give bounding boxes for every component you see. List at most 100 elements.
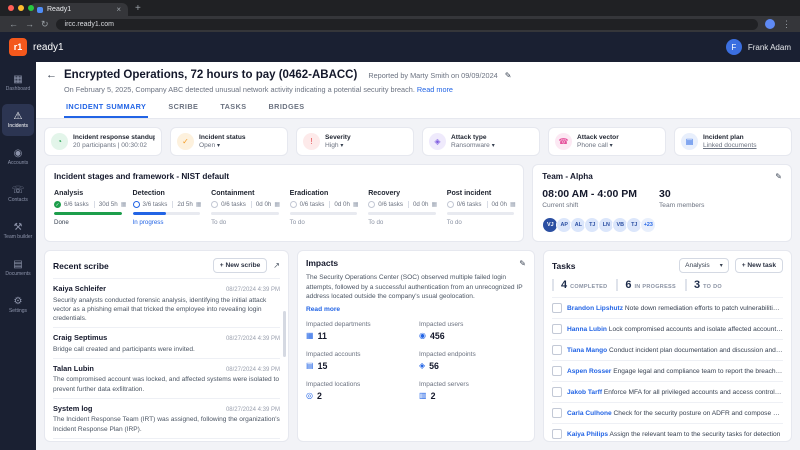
task-description: Enforce MFA for all privileged accounts … bbox=[603, 388, 783, 396]
incident-status-dropdown[interactable]: Open ▾ bbox=[199, 142, 246, 149]
url-bar[interactable]: ircc.ready1.com bbox=[55, 18, 758, 30]
scribe-time: 08/27/2024 4:39 PM bbox=[225, 287, 280, 293]
stage-name: Post incident bbox=[446, 189, 492, 197]
task-assignee-link[interactable]: Brandon Lipshutz bbox=[567, 305, 623, 312]
stage-calendar-icon[interactable]: ▦ bbox=[431, 201, 437, 208]
new-task-button[interactable]: + New task bbox=[734, 258, 783, 273]
task-checkbox[interactable] bbox=[552, 303, 562, 313]
stages-title: Incident stages and framework - NIST def… bbox=[54, 172, 230, 181]
task-assignee-link[interactable]: Hanna Lubin bbox=[567, 326, 607, 333]
stat-count: 4 bbox=[561, 279, 568, 291]
reload-icon[interactable]: ↻ bbox=[41, 19, 49, 29]
stage-done-icon: ✓ bbox=[54, 201, 61, 208]
favicon bbox=[37, 6, 43, 13]
tasks-filter-select[interactable]: Analysis ▾ bbox=[679, 258, 729, 273]
sidebar-item-dashboard[interactable]: ▦ Dashboard bbox=[2, 67, 34, 99]
severity-dropdown[interactable]: High ▾ bbox=[325, 142, 351, 149]
back-icon[interactable]: ← bbox=[9, 19, 18, 29]
sidebar-item-documents[interactable]: ▤ Documents bbox=[2, 252, 34, 284]
sidebar-item-settings[interactable]: ⚙ Settings bbox=[2, 289, 34, 321]
stage-calendar-icon[interactable]: ▦ bbox=[121, 201, 127, 208]
task-assignee-link[interactable]: Jakob Tarff bbox=[567, 389, 602, 396]
back-arrow-icon[interactable]: ← bbox=[46, 69, 57, 81]
tab-close-icon[interactable]: × bbox=[116, 5, 121, 14]
browser-profile-avatar[interactable] bbox=[765, 19, 775, 29]
attack-vector-dropdown[interactable]: Phone call ▾ bbox=[577, 142, 619, 149]
task-checkbox[interactable] bbox=[552, 387, 562, 397]
edit-title-icon[interactable]: ✎ bbox=[505, 71, 512, 80]
stat-completed: 4 COMPLETED bbox=[552, 279, 607, 291]
metric-accounts: Impacted accounts ▤ 15 bbox=[306, 351, 413, 371]
status-card-standup[interactable]: ◔ Incident response standup 20 participa… bbox=[44, 127, 162, 156]
metric-label: Impacted locations bbox=[306, 380, 361, 388]
metric-endpoints: Impacted endpoints ◈ 56 bbox=[419, 351, 526, 371]
maximize-window-icon[interactable] bbox=[28, 5, 34, 11]
tab-scribe[interactable]: SCRIBE bbox=[166, 99, 200, 118]
browser-tab[interactable]: Ready1 × bbox=[30, 3, 128, 16]
read-more-link[interactable]: Read more bbox=[417, 85, 453, 94]
sidebar-item-label: Settings bbox=[8, 307, 28, 314]
task-checkbox[interactable] bbox=[552, 429, 562, 439]
window-controls[interactable] bbox=[8, 5, 34, 11]
reported-by: Reported by Marty Smith on 09/09/2024 bbox=[368, 70, 498, 80]
attack-type-dropdown[interactable]: Ransomware ▾ bbox=[451, 142, 495, 149]
forward-icon[interactable]: → bbox=[25, 19, 34, 29]
edit-team-icon[interactable]: ✎ bbox=[775, 172, 782, 181]
dropdown-value: Open bbox=[199, 142, 216, 150]
task-assignee-link[interactable]: Carla Culhone bbox=[567, 410, 612, 417]
status-card-title: Incident response standup bbox=[73, 133, 155, 141]
metric-locations: Impacted locations ◎ 2 bbox=[306, 381, 413, 401]
endpoints-icon: ◈ bbox=[419, 360, 426, 370]
linked-documents-link[interactable]: Linked documents bbox=[703, 142, 757, 149]
task-checkbox[interactable] bbox=[552, 345, 562, 355]
dropdown-value: Phone call bbox=[577, 142, 608, 150]
sidebar-item-incidents[interactable]: ⚠ Incidents bbox=[2, 104, 34, 136]
stage-tasks: 0/6 tasks bbox=[456, 201, 482, 208]
sidebar: ▦ Dashboard ⚠ Incidents ◉ Accounts ☏ Con… bbox=[0, 62, 36, 450]
user-avatar[interactable]: F bbox=[725, 39, 742, 55]
impact-metrics: Impacted departments ▦ 11 Impacted users … bbox=[298, 314, 534, 408]
open-scribe-external-icon[interactable]: ↗ bbox=[273, 261, 280, 270]
new-tab-icon[interactable]: + bbox=[135, 2, 141, 15]
task-checkbox[interactable] bbox=[552, 408, 562, 418]
task-checkbox[interactable] bbox=[552, 324, 562, 334]
browser-menu-icon[interactable]: ⋮ bbox=[782, 19, 791, 29]
impacts-read-more-link[interactable]: Read more bbox=[298, 302, 534, 314]
dropdown-value: High bbox=[325, 142, 339, 150]
edit-impacts-icon[interactable]: ✎ bbox=[519, 259, 526, 268]
scrollbar[interactable] bbox=[283, 311, 286, 357]
task-checkbox[interactable] bbox=[552, 366, 562, 376]
task-row: Kaiya Philips Assign the relevant team t… bbox=[552, 423, 783, 441]
stat-count: 3 bbox=[694, 279, 701, 291]
recent-scribe-card: Recent scribe + New scribe ↗ Kaiya Schle… bbox=[44, 250, 289, 442]
avatar-more[interactable]: +23 bbox=[640, 217, 657, 233]
scribe-entry: Craig Septimus 08/27/2024 4:39 PM Bridge… bbox=[53, 327, 280, 358]
stage-calendar-icon[interactable]: ▦ bbox=[274, 201, 280, 208]
tab-bridges[interactable]: BRIDGES bbox=[267, 99, 307, 118]
minimize-window-icon[interactable] bbox=[18, 5, 24, 11]
task-assignee-link[interactable]: Kaiya Philips bbox=[567, 431, 608, 438]
incident-header: ← Encrypted Operations, 72 hours to pay … bbox=[36, 62, 800, 119]
task-description: Conduct incident plan documentation and … bbox=[609, 346, 783, 354]
stage-progress-bar bbox=[446, 212, 515, 215]
stage-calendar-icon[interactable]: ▦ bbox=[196, 201, 202, 208]
tab-tasks[interactable]: TASKS bbox=[218, 99, 248, 118]
sidebar-item-accounts[interactable]: ◉ Accounts bbox=[2, 141, 34, 173]
stage-in-progress-icon bbox=[132, 201, 140, 208]
sidebar-item-contacts[interactable]: ☏ Contacts bbox=[2, 178, 34, 210]
stage-calendar-icon[interactable]: ▦ bbox=[510, 201, 516, 208]
status-card-incident-status: ✓ Incident status Open ▾ bbox=[170, 127, 288, 156]
tab-incident-summary[interactable]: INCIDENT SUMMARY bbox=[64, 99, 149, 118]
stage-progress-bar bbox=[54, 212, 122, 215]
new-scribe-button[interactable]: + New scribe bbox=[212, 258, 268, 273]
stage-status: Done bbox=[54, 219, 69, 226]
close-window-icon[interactable] bbox=[8, 5, 14, 11]
scribe-author: Talan Lubin bbox=[53, 363, 94, 373]
task-assignee-link[interactable]: Aspen Rosser bbox=[567, 368, 611, 375]
metric-label: Impacted users bbox=[419, 320, 464, 328]
sidebar-item-team-builder[interactable]: ⚒ Team builder bbox=[2, 215, 34, 247]
impacts-card: Impacts ✎ The Security Operations Center… bbox=[297, 250, 535, 442]
task-assignee-link[interactable]: Tiana Mango bbox=[567, 347, 607, 354]
severity-icon: ! bbox=[303, 133, 320, 150]
stage-calendar-icon[interactable]: ▦ bbox=[353, 201, 359, 208]
